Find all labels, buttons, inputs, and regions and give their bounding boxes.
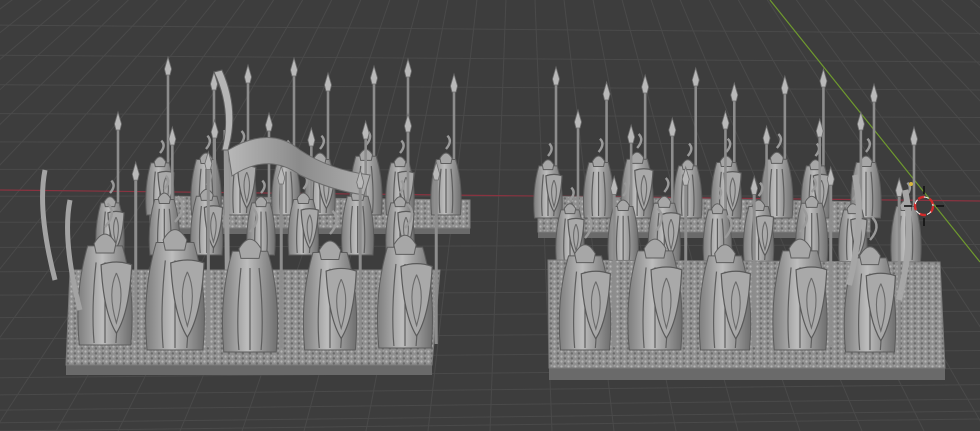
base-front-side — [549, 368, 945, 380]
spear-blade — [730, 81, 739, 102]
spear-regiment[interactable] — [533, 65, 946, 380]
spear-blade — [290, 56, 298, 77]
grid-line — [0, 384, 980, 396]
spear-blade — [404, 57, 412, 78]
helmet-crest — [865, 137, 872, 153]
spear-blade — [819, 67, 828, 88]
helmet-crest — [445, 134, 452, 150]
helmet — [681, 159, 694, 171]
spear-blade — [574, 108, 582, 129]
spear-blade — [324, 71, 332, 92]
spear-blade — [762, 124, 771, 145]
spear-blade — [870, 82, 878, 103]
spear-blade — [361, 119, 370, 140]
grid-line — [489, 0, 507, 431]
spear-blade — [910, 125, 918, 146]
grid-line — [0, 244, 980, 248]
elf-warrior-figure — [533, 142, 563, 219]
helmet — [318, 240, 342, 261]
helmet — [439, 152, 453, 165]
elf-warrior-figure — [77, 160, 140, 346]
3d-viewport[interactable] — [0, 0, 980, 431]
grid-line — [0, 168, 980, 171]
spear-blade — [307, 126, 316, 147]
spear-blade — [244, 63, 252, 84]
spear-blade — [780, 74, 789, 95]
helmet-crest — [663, 177, 670, 193]
spear-blade — [114, 110, 122, 131]
spear-blade — [210, 118, 219, 139]
spear-blade — [627, 123, 636, 144]
curved-sword — [40, 169, 58, 281]
origin-dot — [909, 182, 913, 186]
helmet-crest — [636, 133, 643, 149]
grid-line — [0, 398, 980, 411]
grid-line — [0, 84, 980, 91]
grid-line — [0, 113, 980, 118]
spear-blade — [895, 176, 904, 197]
spear-blade — [164, 55, 172, 76]
spear-blade — [404, 112, 412, 133]
grid-line — [0, 54, 980, 63]
spear-blade — [265, 111, 273, 132]
helmet-crest — [547, 142, 553, 157]
grid-line — [0, 141, 980, 145]
scene-canvas[interactable] — [0, 0, 980, 431]
spear-blade — [750, 174, 759, 195]
helmet — [591, 155, 606, 168]
spear-blade — [552, 65, 560, 86]
helmet — [393, 156, 407, 168]
helmet — [769, 151, 784, 164]
helmet — [541, 159, 555, 171]
helmet-crest — [597, 137, 604, 153]
base-front-side — [66, 365, 432, 375]
command-regiment[interactable] — [40, 55, 471, 375]
helmet-crest — [260, 179, 266, 194]
helmet-crest — [725, 137, 732, 153]
grid-line — [0, 24, 980, 34]
helmet-crest — [686, 142, 693, 157]
spear-blade — [691, 66, 700, 87]
spear-blade — [168, 125, 177, 146]
spear-blade — [668, 116, 677, 137]
helmet — [630, 151, 645, 164]
helmet — [153, 156, 167, 168]
spear-blade — [450, 72, 458, 93]
elf-warrior-figure — [582, 137, 615, 219]
spear-blade — [856, 110, 865, 131]
spear-blade — [370, 64, 378, 85]
spear-blade — [131, 160, 140, 181]
